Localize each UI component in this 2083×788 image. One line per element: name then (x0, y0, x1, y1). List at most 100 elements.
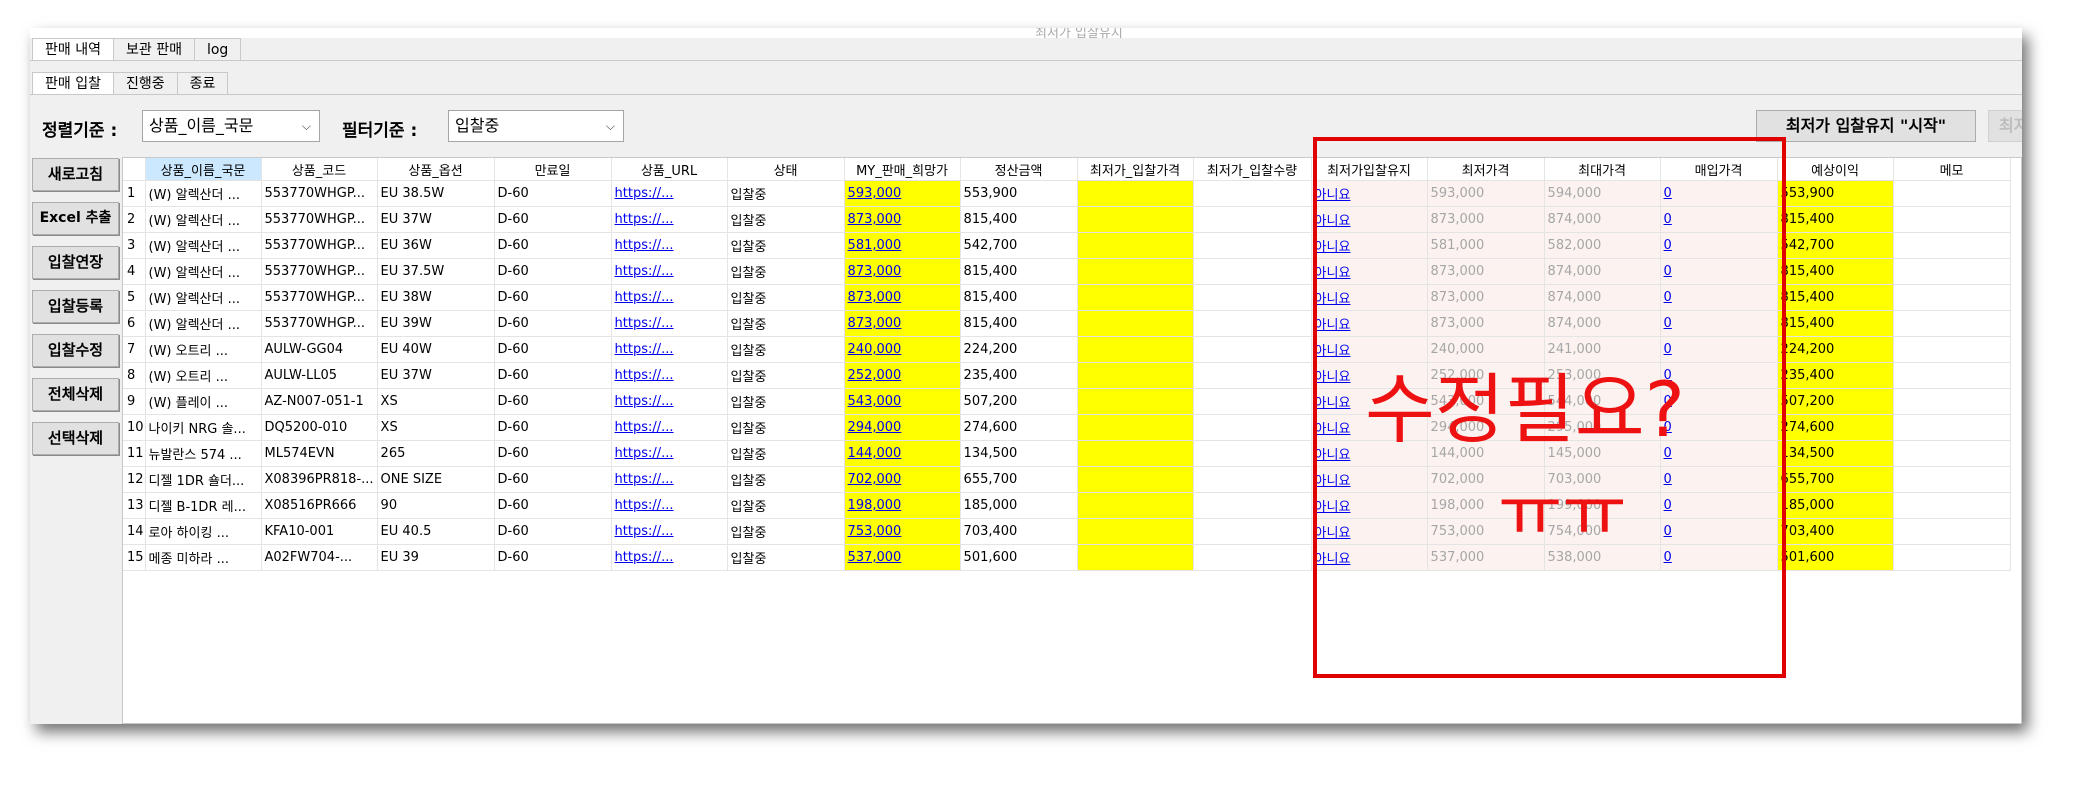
table-cell[interactable]: DQ5200-010 (261, 414, 378, 441)
table-cell[interactable]: 594,000 (1544, 180, 1661, 207)
table-row[interactable]: 5 (W) 알렉산더 ... 553770WHGP... EU 38W D-60 http… (123, 284, 2011, 311)
table-cell[interactable]: AZ-N007-051-1 (261, 388, 378, 415)
column-header[interactable]: 최저가_입찰수량 (1193, 158, 1312, 181)
row-number[interactable]: 3 (123, 232, 146, 259)
column-header[interactable]: 예상이익 (1777, 158, 1894, 181)
table-cell[interactable]: 582,000 (1544, 232, 1661, 259)
table-cell[interactable]: https://... (611, 388, 728, 415)
cell-link[interactable]: 아니요 (1315, 292, 1351, 307)
tab-log[interactable]: log (193, 38, 242, 61)
table-cell[interactable]: 815,400 (960, 206, 1078, 233)
table-cell[interactable]: https://... (611, 544, 728, 571)
table-cell[interactable]: 입찰중 (727, 310, 845, 337)
table-cell[interactable]: EU 37.5W (377, 258, 495, 285)
table-cell[interactable]: EU 39 (377, 544, 495, 571)
table-cell[interactable] (1077, 466, 1194, 493)
table-cell[interactable]: 873,000 (844, 206, 961, 233)
table-cell[interactable]: 입찰중 (727, 180, 845, 207)
table-cell[interactable]: EU 40.5 (377, 518, 495, 545)
table-cell[interactable]: 655,700 (1777, 466, 1894, 493)
cell-link[interactable]: 198,000 (848, 498, 902, 513)
table-cell[interactable] (1077, 544, 1194, 571)
table-cell[interactable]: (W) 오트리 ... (145, 362, 262, 389)
table-cell[interactable]: 593,000 (844, 180, 961, 207)
table-cell[interactable]: D-60 (494, 232, 612, 259)
table-cell[interactable]: 뉴발란스 574 ... (145, 440, 262, 467)
row-number[interactable]: 2 (123, 206, 146, 233)
table-cell[interactable] (1193, 492, 1312, 519)
cell-link[interactable]: 0 (1664, 264, 1672, 279)
table-cell[interactable] (1193, 466, 1312, 493)
cell-link[interactable]: 537,000 (848, 550, 902, 565)
table-cell[interactable]: 아니요 (1311, 492, 1428, 519)
table-cell[interactable]: 입찰중 (727, 284, 845, 311)
table-cell[interactable] (1193, 206, 1312, 233)
table-cell[interactable]: XS (377, 388, 495, 415)
row-number[interactable]: 14 (123, 518, 146, 545)
table-cell[interactable]: 873,000 (844, 284, 961, 311)
table-cell[interactable]: https://... (611, 336, 728, 363)
column-header[interactable]: 최대가격 (1544, 158, 1661, 181)
table-cell[interactable]: 아니요 (1311, 310, 1428, 337)
table-cell[interactable]: 874,000 (1544, 310, 1661, 337)
table-cell[interactable]: D-60 (494, 362, 612, 389)
table-cell[interactable] (1893, 362, 2011, 389)
bid-register-button[interactable]: 입찰등록 (32, 290, 119, 323)
table-cell[interactable] (1077, 388, 1194, 415)
cell-link[interactable]: 아니요 (1315, 422, 1351, 437)
table-cell[interactable] (1193, 544, 1312, 571)
filter-select[interactable]: 입찰중 ⌵ (448, 110, 624, 142)
table-cell[interactable]: 542,700 (1777, 232, 1894, 259)
table-cell[interactable] (1077, 206, 1194, 233)
cell-link[interactable]: 593,000 (848, 186, 902, 201)
cell-link[interactable]: 아니요 (1315, 448, 1351, 463)
table-cell[interactable]: 0 (1660, 492, 1778, 519)
table-cell[interactable]: (W) 알렉산더 ... (145, 258, 262, 285)
tab-sales-history[interactable]: 판매 내역 (32, 38, 114, 61)
table-cell[interactable] (1893, 336, 2011, 363)
table-cell[interactable]: 235,400 (960, 362, 1078, 389)
table-row[interactable]: 8 (W) 오트리 ... AULW-LL05 EU 37W D-60 https://.… (123, 362, 2011, 389)
table-cell[interactable]: 아니요 (1311, 258, 1428, 285)
start-maintain-lowest-button[interactable]: 최저가 입찰유지 "시작" (1756, 110, 1976, 142)
table-cell[interactable]: 873,000 (1427, 284, 1545, 311)
table-cell[interactable]: X08516PR666 (261, 492, 378, 519)
table-cell[interactable] (1893, 414, 2011, 441)
table-cell[interactable]: 아니요 (1311, 466, 1428, 493)
excel-export-button[interactable]: Excel 추출 (32, 202, 119, 235)
table-cell[interactable]: D-60 (494, 206, 612, 233)
cell-link[interactable]: 0 (1664, 498, 1672, 513)
cell-link[interactable]: 873,000 (848, 290, 902, 305)
tab-ended[interactable]: 종료 (176, 72, 229, 95)
table-cell[interactable]: 703,400 (960, 518, 1078, 545)
table-cell[interactable]: D-60 (494, 310, 612, 337)
row-number[interactable]: 4 (123, 258, 146, 285)
cell-link[interactable]: https://... (615, 498, 674, 513)
table-cell[interactable] (1193, 518, 1312, 545)
sales-grid[interactable]: 상품_이름_국문 상품_코드 상품_옵션 만료일 상품_URL 상태 MY_판매_희망가 정산… (122, 157, 2022, 724)
table-cell[interactable]: https://... (611, 518, 728, 545)
cell-link[interactable]: 873,000 (848, 212, 902, 227)
table-cell[interactable]: EU 36W (377, 232, 495, 259)
table-cell[interactable] (1193, 414, 1312, 441)
cell-link[interactable]: https://... (615, 420, 674, 435)
table-cell[interactable]: (W) 알렉산더 ... (145, 310, 262, 337)
row-number[interactable]: 15 (123, 544, 146, 571)
cell-link[interactable]: 아니요 (1315, 500, 1351, 515)
table-row[interactable]: 9 (W) 플레이 ... AZ-N007-051-1 XS D-60 https://.… (123, 388, 2011, 415)
row-number[interactable]: 13 (123, 492, 146, 519)
table-row[interactable]: 6 (W) 알렉산더 ... 553770WHGP... EU 39W D-60 http… (123, 310, 2011, 337)
table-cell[interactable]: 874,000 (1544, 284, 1661, 311)
table-cell[interactable]: 553770WHGP... (261, 310, 378, 337)
cell-link[interactable]: https://... (615, 290, 674, 305)
table-cell[interactable]: 553,900 (1777, 180, 1894, 207)
table-cell[interactable] (1193, 180, 1312, 207)
cell-link[interactable]: https://... (615, 316, 674, 331)
row-number[interactable]: 10 (123, 414, 146, 441)
table-cell[interactable]: 703,400 (1777, 518, 1894, 545)
row-number[interactable]: 7 (123, 336, 146, 363)
table-cell[interactable]: 873,000 (1427, 258, 1545, 285)
table-cell[interactable]: 507,200 (1777, 388, 1894, 415)
table-cell[interactable]: EU 37W (377, 206, 495, 233)
table-cell[interactable] (1893, 310, 2011, 337)
